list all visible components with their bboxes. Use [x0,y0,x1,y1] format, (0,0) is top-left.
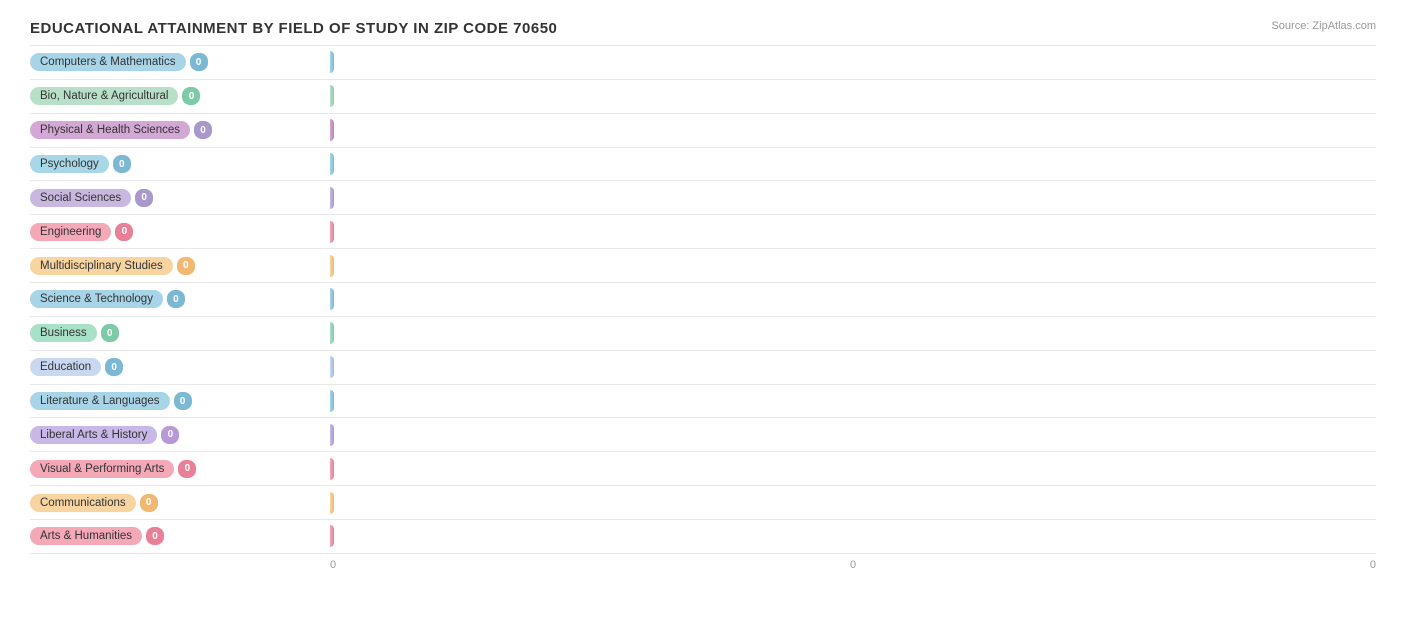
bar-communications [330,492,334,514]
bar-row-business [330,317,1376,351]
value-badge-physical: 0 [194,121,212,139]
y-label-row-engineering: Engineering0 [30,215,330,249]
x-axis: 0 0 0 [30,559,1376,571]
x-tick-1: 0 [850,559,856,571]
bar-visual [330,458,334,480]
x-tick-2: 0 [1370,559,1376,571]
bar-row-science [330,283,1376,317]
bar-row-communications [330,486,1376,520]
bar-multidisc [330,255,334,277]
y-label-row-physical: Physical & Health Sciences0 [30,114,330,148]
bar-row-bio [330,80,1376,114]
bar-business [330,322,334,344]
bar-row-computers [330,45,1376,80]
y-label-row-education: Education0 [30,351,330,385]
y-axis-labels: Computers & Mathematics0Bio, Nature & Ag… [30,45,330,554]
y-label-row-social: Social Sciences0 [30,181,330,215]
bar-row-liberal [330,418,1376,452]
value-badge-communications: 0 [140,494,158,512]
bar-label-multidisc: Multidisciplinary Studies [30,257,173,275]
bar-engineering [330,221,334,243]
y-label-row-psychology: Psychology0 [30,148,330,182]
bar-row-engineering [330,215,1376,249]
value-badge-liberal: 0 [161,426,179,444]
value-badge-science: 0 [167,290,185,308]
bar-label-engineering: Engineering [30,223,111,241]
bar-label-literature: Literature & Languages [30,392,170,410]
bar-row-arts [330,520,1376,554]
bar-row-education [330,351,1376,385]
bar-arts [330,525,334,547]
y-label-row-arts: Arts & Humanities0 [30,520,330,554]
chart-container: EDUCATIONAL ATTAINMENT BY FIELD OF STUDY… [0,0,1406,631]
bar-literature [330,390,334,412]
bar-physical [330,119,334,141]
value-badge-multidisc: 0 [177,257,195,275]
value-badge-social: 0 [135,189,153,207]
bar-social [330,187,334,209]
y-label-row-liberal: Liberal Arts & History0 [30,418,330,452]
bar-label-communications: Communications [30,494,136,512]
value-badge-business: 0 [101,324,119,342]
y-label-row-computers: Computers & Mathematics0 [30,45,330,80]
bar-bio [330,85,334,107]
bar-label-arts: Arts & Humanities [30,527,142,545]
bar-row-psychology [330,148,1376,182]
y-label-row-bio: Bio, Nature & Agricultural0 [30,80,330,114]
bar-row-visual [330,452,1376,486]
bar-label-psychology: Psychology [30,155,109,173]
value-badge-education: 0 [105,358,123,376]
y-label-row-visual: Visual & Performing Arts0 [30,452,330,486]
y-label-row-literature: Literature & Languages0 [30,385,330,419]
source-text: Source: ZipAtlas.com [1271,20,1376,32]
bar-row-physical [330,114,1376,148]
bar-label-physical: Physical & Health Sciences [30,121,190,139]
bar-label-visual: Visual & Performing Arts [30,460,174,478]
bar-label-social: Social Sciences [30,189,131,207]
bar-row-social [330,181,1376,215]
value-badge-visual: 0 [178,460,196,478]
bar-row-literature [330,385,1376,419]
value-badge-arts: 0 [146,527,164,545]
bar-label-bio: Bio, Nature & Agricultural [30,87,178,105]
y-label-row-communications: Communications0 [30,486,330,520]
bar-psychology [330,153,334,175]
value-badge-literature: 0 [174,392,192,410]
bar-label-business: Business [30,324,97,342]
value-badge-psychology: 0 [113,155,131,173]
bar-liberal [330,424,334,446]
y-label-row-multidisc: Multidisciplinary Studies0 [30,249,330,283]
chart-title: EDUCATIONAL ATTAINMENT BY FIELD OF STUDY… [30,20,1376,37]
bar-label-liberal: Liberal Arts & History [30,426,157,444]
bar-chart-area [330,45,1376,554]
y-label-row-science: Science & Technology0 [30,283,330,317]
bar-education [330,356,334,378]
x-tick-0: 0 [330,559,336,571]
bar-row-multidisc [330,249,1376,283]
bar-science [330,288,334,310]
bar-label-education: Education [30,358,101,376]
value-badge-bio: 0 [182,87,200,105]
bar-label-computers: Computers & Mathematics [30,53,186,71]
bar-label-science: Science & Technology [30,290,163,308]
y-label-row-business: Business0 [30,317,330,351]
bar-computers [330,51,334,73]
value-badge-engineering: 0 [115,223,133,241]
value-badge-computers: 0 [190,53,208,71]
